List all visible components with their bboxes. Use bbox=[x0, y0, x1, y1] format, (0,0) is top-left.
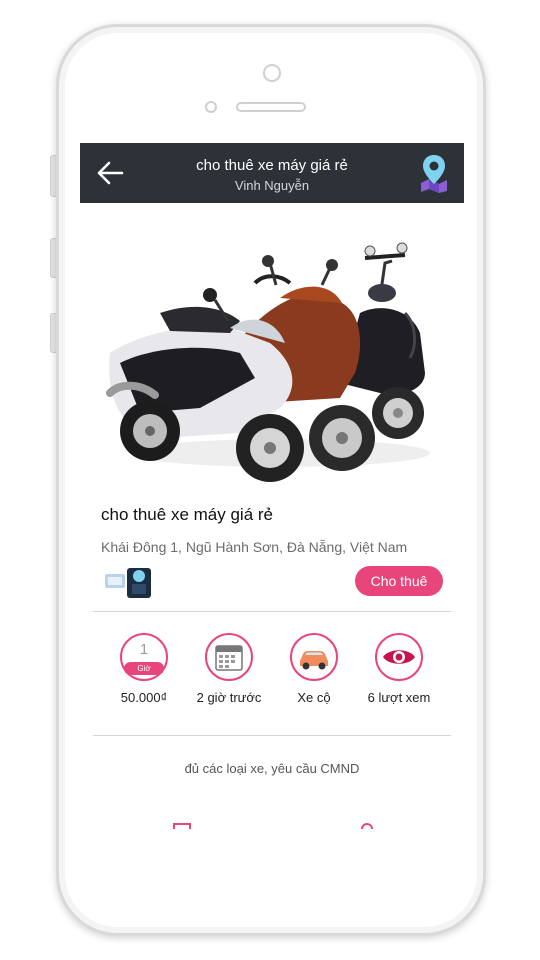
app-screen: cho thuê xe máy giá rẻ Vinh Nguyễn cho t… bbox=[80, 143, 464, 829]
app-header: cho thuê xe máy giá rẻ Vinh Nguyễn bbox=[80, 143, 464, 203]
calendar-icon bbox=[215, 645, 243, 671]
listing-address: Khái Đông 1, Ngũ Hành Sơn, Đà Nẵng, Việt… bbox=[101, 539, 408, 555]
phone-sensor bbox=[205, 101, 217, 113]
map-pin-icon[interactable] bbox=[418, 153, 450, 193]
hour-tag: Giờ bbox=[124, 662, 164, 675]
hour-badge: 1 Giờ bbox=[120, 633, 168, 681]
bottom-action-left[interactable] bbox=[173, 823, 191, 829]
back-arrow-icon[interactable] bbox=[96, 160, 124, 186]
listing-photo bbox=[80, 203, 464, 483]
views-label: 6 lượt xem bbox=[367, 690, 431, 705]
eye-icon bbox=[383, 650, 415, 664]
eye-badge bbox=[375, 633, 423, 681]
divider-bottom bbox=[93, 735, 451, 736]
phone-camera bbox=[263, 64, 281, 82]
phone-speaker bbox=[236, 102, 306, 112]
calendar-badge bbox=[205, 633, 253, 681]
rent-button[interactable]: Cho thuê bbox=[355, 566, 443, 596]
car-badge bbox=[290, 633, 338, 681]
listing-description: đủ các loại xe, yêu cầu CMND bbox=[184, 761, 360, 776]
bottom-action-right[interactable] bbox=[361, 823, 373, 829]
listing-title: cho thuê xe máy giá rẻ bbox=[101, 505, 273, 524]
seller-avatar[interactable] bbox=[105, 564, 153, 598]
divider-top bbox=[93, 611, 451, 612]
header-subtitle: Vinh Nguyễn bbox=[234, 178, 310, 193]
header-title: cho thuê xe máy giá rẻ bbox=[196, 157, 348, 174]
hour-number: 1 bbox=[139, 641, 149, 658]
car-icon bbox=[300, 651, 328, 670]
